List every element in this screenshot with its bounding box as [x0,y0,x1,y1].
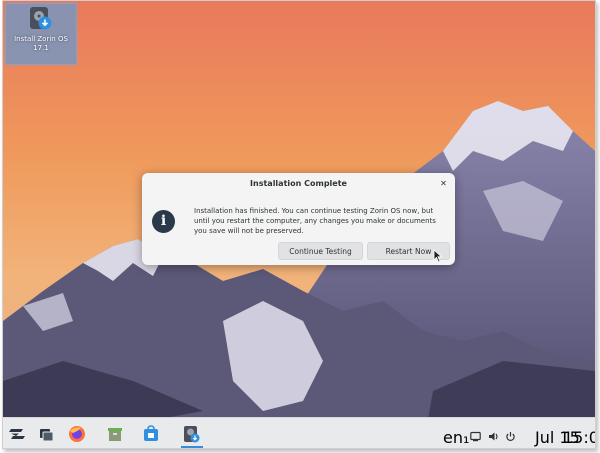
software-store-icon[interactable] [141,424,161,444]
volume-icon[interactable] [488,427,500,446]
install-zorin-desktop-icon[interactable]: Install Zorin OS 17.1 [5,3,77,65]
workspace-icon[interactable] [36,424,56,444]
continue-testing-button[interactable]: Continue Testing [278,242,363,260]
firefox-icon[interactable] [67,424,87,444]
time-label[interactable]: 15:09 [563,428,595,447]
active-app-indicator [181,446,203,448]
screen: Install Zorin OS 17.1 Installation Compl… [2,0,596,449]
files-icon[interactable] [105,424,125,444]
info-icon: i [152,210,175,233]
dialog-title: Installation Complete [250,179,347,188]
keyboard-layout-indicator[interactable]: en₁ [443,428,469,447]
desktop-icon-label: Install Zorin OS 17.1 [14,35,68,52]
taskbar: en₁ Jul 15 15:09 [3,417,595,448]
installer-icon[interactable] [181,424,201,444]
installation-complete-dialog: Installation Complete ✕ i Installation h… [142,173,455,265]
installer-disk-icon [28,7,54,33]
screen-icon[interactable] [470,427,481,446]
close-icon[interactable]: ✕ [438,178,449,189]
power-icon[interactable] [505,427,516,446]
dialog-message: Installation has finished. You can conti… [194,207,436,235]
mouse-cursor-icon [433,249,443,263]
zorin-menu-icon[interactable] [7,424,27,444]
